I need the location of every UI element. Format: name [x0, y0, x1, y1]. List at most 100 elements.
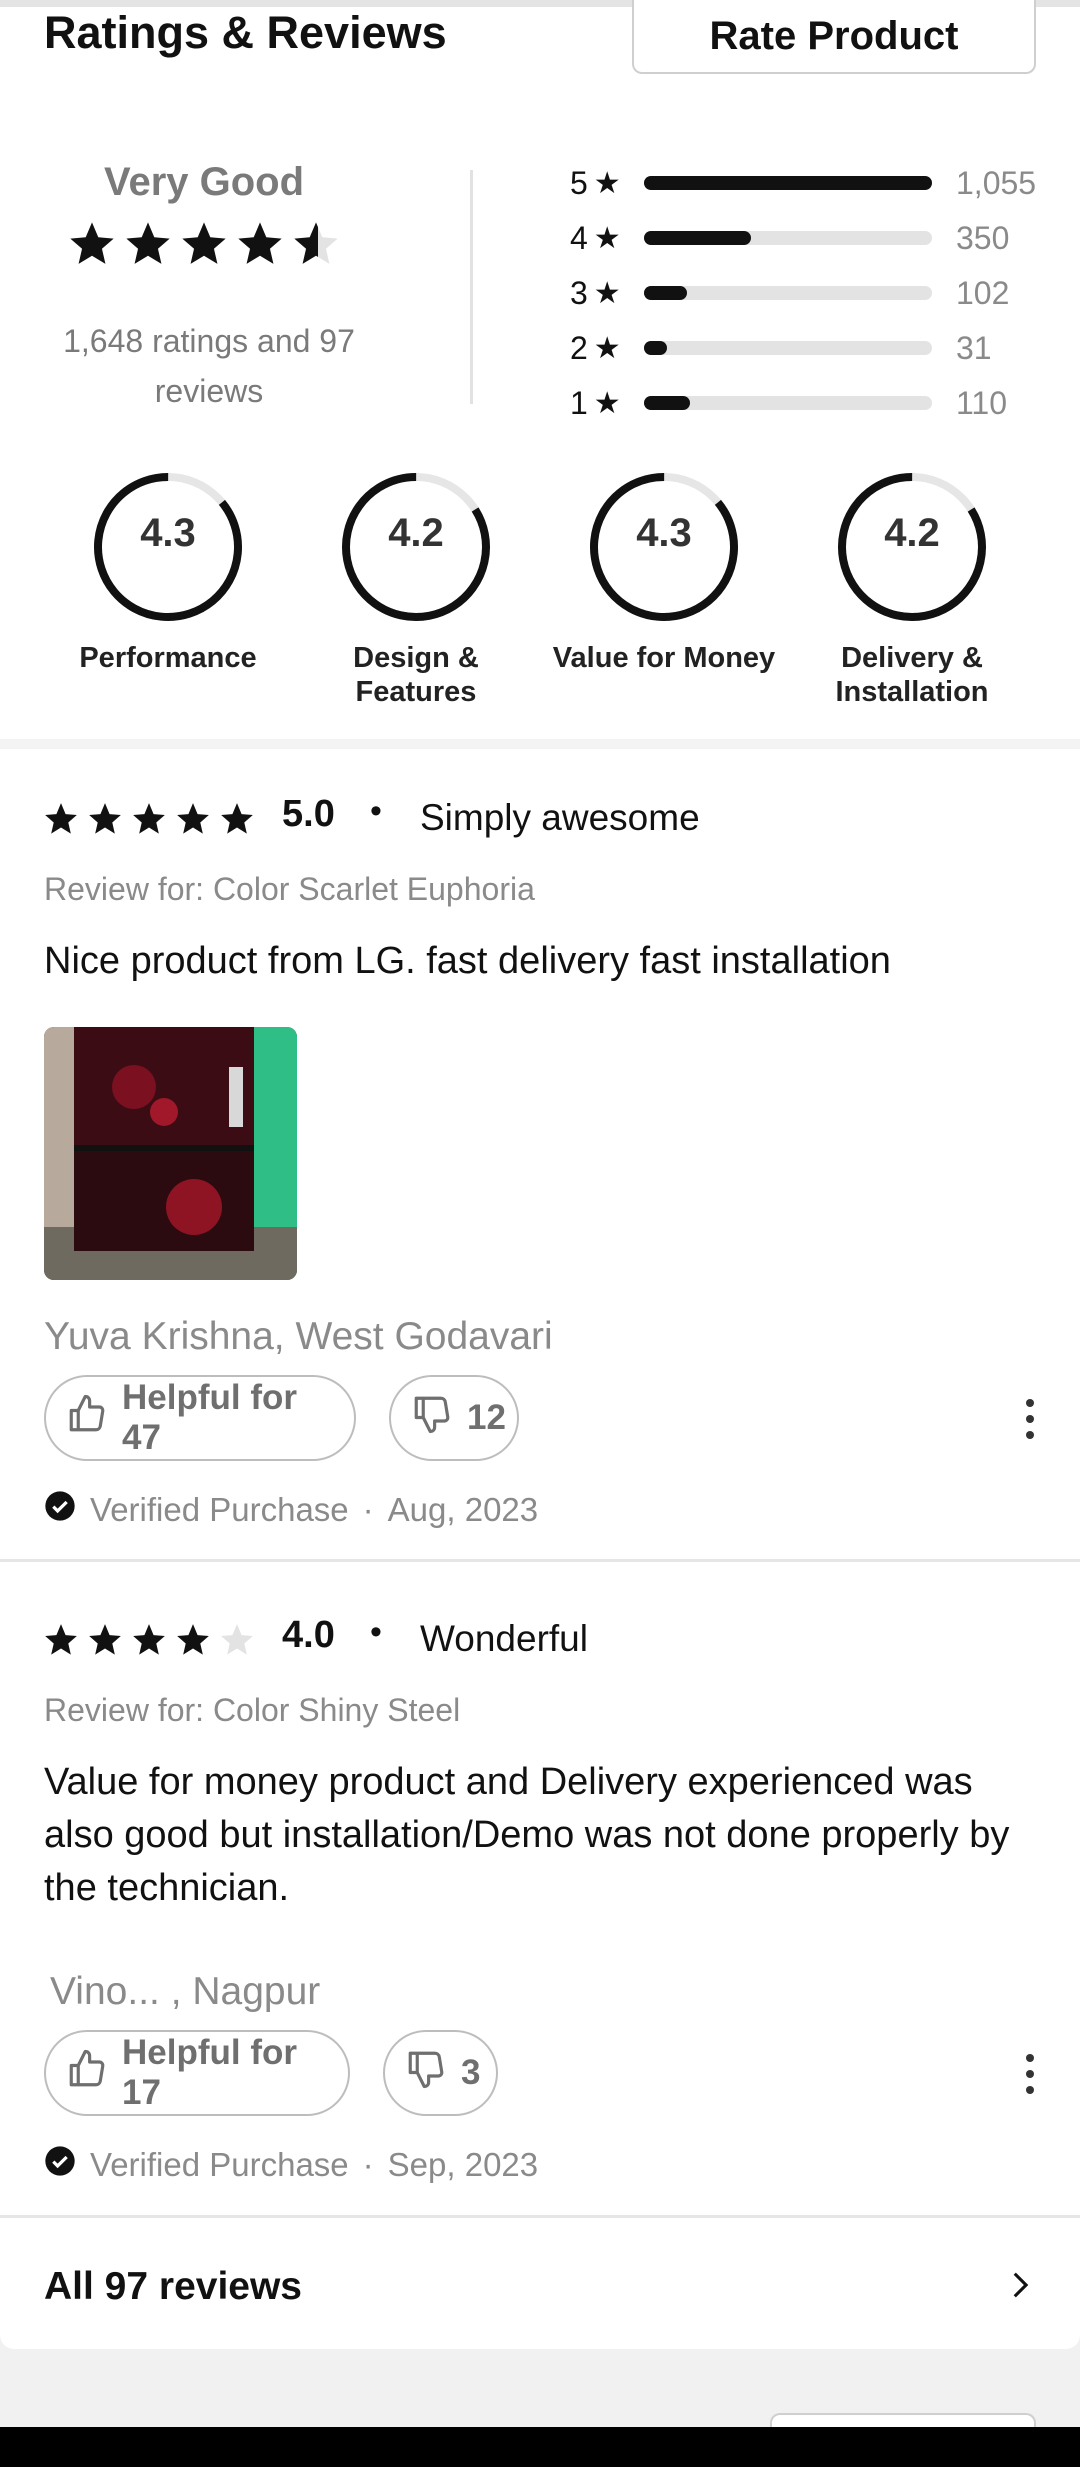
star-icon: ★ [593, 166, 621, 200]
check-circle-icon [44, 1490, 76, 1530]
thumbs-down-icon [411, 1393, 453, 1444]
review-date: Sep, 2023 [387, 2146, 539, 2183]
separator-dot: · [362, 1491, 374, 1528]
gauge-value: 4.3 [140, 511, 196, 555]
review-stars [42, 1621, 256, 1664]
star-icon [42, 1621, 80, 1664]
half-star-icon [290, 218, 342, 275]
all-reviews-link[interactable]: All 97 reviews [0, 2225, 1080, 2349]
bar-star-label: 2 ★ [570, 330, 634, 367]
review-score: 4.0 [282, 1614, 335, 1656]
unhelpful-count: 3 [461, 2053, 481, 2092]
aspect-gauge: 4.3 Value for Money [549, 467, 779, 675]
bar-star-number: 3 [570, 274, 588, 311]
not-helpful-button[interactable]: 12 [389, 1375, 519, 1461]
section-title: Ratings & Reviews [44, 7, 447, 58]
star-icon [178, 218, 230, 275]
helpful-button[interactable]: Helpful for 17 [44, 2030, 350, 2116]
gauge-label: Performance [79, 642, 257, 674]
bar-star-label: 4 ★ [570, 220, 634, 257]
star-icon: ★ [593, 221, 621, 255]
review-variant: Review for: Color Scarlet Euphoria [44, 871, 535, 907]
overall-stars [66, 218, 342, 275]
bar-count: 102 [956, 274, 1010, 311]
summary-divider [470, 170, 473, 404]
star-icon [122, 218, 174, 275]
bar-count: 1,055 [956, 164, 1037, 201]
helpful-label: Helpful for 47 [122, 1378, 297, 1457]
review-title: Wonderful [420, 1618, 588, 1659]
rating-bar-3: 3 ★ 102 [570, 273, 1040, 313]
star-icon [174, 1621, 212, 1664]
bar-fill [644, 286, 688, 300]
bar-fill [644, 341, 668, 355]
rating-label: Very Good [103, 160, 305, 204]
bar-track [644, 286, 932, 300]
thumbs-up-icon [66, 1393, 108, 1444]
star-icon: ★ [593, 276, 621, 310]
more-vertical-icon[interactable] [1020, 2054, 1040, 2094]
review-author: Vino... , Nagpur [50, 1970, 321, 2013]
star-icon: ★ [593, 386, 621, 420]
aspect-gauge: 4.2 Design & Features [301, 467, 531, 709]
check-circle-icon [44, 2145, 76, 2185]
bar-fill [644, 231, 751, 245]
bar-star-number: 2 [570, 329, 588, 366]
review-date: Aug, 2023 [387, 1491, 539, 1528]
ratings-reviews-card: Ratings & Reviews Rate Product Very Good… [0, 0, 1080, 2349]
not-helpful-button[interactable]: 3 [383, 2030, 498, 2116]
system-nav-bar [0, 2427, 1080, 2467]
bar-count: 350 [956, 219, 1010, 256]
rating-bar-2: 2 ★ 31 [570, 328, 1040, 368]
star-icon [130, 1621, 168, 1664]
review-text: Value for money product and Delivery exp… [44, 1761, 1010, 1909]
helpful-button[interactable]: Helpful for 47 [44, 1375, 356, 1461]
gauge-label: Value for Money [552, 642, 776, 674]
gauge-label: Delivery & Installation [835, 642, 989, 708]
ratings-count: 1,648 ratings and 97 reviews [63, 323, 355, 409]
chevron-right-icon [1002, 2268, 1036, 2307]
review-text: Nice product from LG. fast delivery fast… [44, 940, 891, 982]
bar-fill [644, 176, 932, 190]
star-icon: ★ [593, 331, 621, 365]
rate-product-button[interactable]: Rate Product [632, 0, 1036, 74]
rating-bar-1: 1 ★ 110 [570, 383, 1040, 423]
section-divider [0, 739, 1080, 749]
review-score: 5.0 [282, 793, 335, 835]
gauge-value: 4.2 [388, 511, 444, 555]
star-icon [42, 800, 80, 843]
star-icon [174, 800, 212, 843]
rating-bar-5: 5 ★ 1,055 [570, 163, 1040, 203]
review-author: Yuva Krishna, West Godavari [44, 1315, 553, 1358]
bar-track [644, 231, 932, 245]
verified-label: Verified Purchase [90, 1491, 349, 1528]
verified-purchase: Verified Purchase · Sep, 2023 [44, 2145, 538, 2185]
bar-track [644, 341, 932, 355]
star-icon [86, 800, 124, 843]
verified-label: Verified Purchase [90, 2146, 349, 2183]
gauge-value: 4.3 [636, 511, 692, 555]
aspect-gauge: 4.3 Performance [53, 467, 283, 675]
bar-count: 31 [956, 329, 992, 366]
star-icon [86, 1621, 124, 1664]
star-icon [66, 218, 118, 275]
star-icon [130, 800, 168, 843]
star-icon [234, 218, 286, 275]
unhelpful-count: 12 [467, 1398, 506, 1437]
review-photo[interactable] [44, 1027, 297, 1280]
star-icon [218, 1621, 256, 1664]
review-title: Simply awesome [420, 797, 700, 838]
bar-fill [644, 396, 691, 410]
bar-star-label: 1 ★ [570, 385, 634, 422]
separator-dot: • [370, 792, 382, 830]
verified-purchase: Verified Purchase · Aug, 2023 [44, 1490, 538, 1530]
more-vertical-icon[interactable] [1020, 1399, 1040, 1439]
bar-track [644, 396, 932, 410]
star-icon [218, 800, 256, 843]
bar-star-number: 1 [570, 384, 588, 421]
bar-track [644, 176, 932, 190]
review-variant: Review for: Color Shiny Steel [44, 1692, 461, 1728]
separator-dot: · [362, 2146, 374, 2183]
all-reviews-label: All 97 reviews [44, 2265, 302, 2308]
aspect-gauge: 4.2 Delivery & Installation [797, 467, 1027, 709]
